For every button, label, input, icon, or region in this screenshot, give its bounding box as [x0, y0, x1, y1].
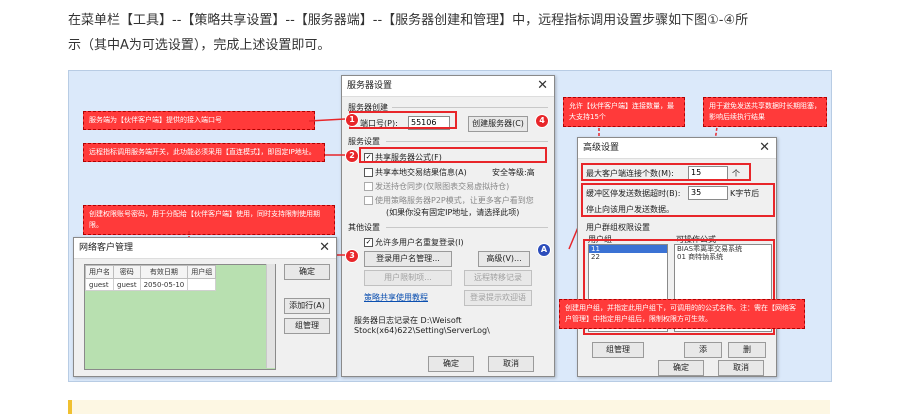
intro-line-1: 在菜单栏【工具】--【策略共享设置】--【服务器端】--【服务器创建和管理】中，… — [68, 13, 749, 28]
client-dialog-titlebar: 网络客户管理 ✕ — [74, 238, 336, 259]
group-manage-button[interactable]: 组管理 — [592, 342, 644, 358]
table-header-row: 用户名 密码 有效日期 用户组 — [85, 265, 217, 279]
client-table-grid: 用户名 密码 有效日期 用户组 guest guest 2050-05-10 — [85, 265, 217, 291]
table-cell[interactable]: 2050-05-10 — [139, 278, 189, 291]
buffer-timeout-highlight-box — [581, 183, 775, 217]
scrollbar[interactable] — [266, 264, 275, 368]
timeout-annotation: 用于避免发送共享数据时长期阻塞，影响后续执行结果 — [703, 97, 827, 127]
client-table: 用户名 密码 有效日期 用户组 guest guest 2050-05-10 — [84, 264, 276, 370]
delete-button[interactable]: 删 — [728, 342, 766, 358]
ok-button[interactable]: 确定 — [658, 360, 704, 376]
ok-button[interactable]: 确定 — [284, 264, 330, 280]
group-manage-button[interactable]: 组管理 — [284, 318, 330, 334]
group-annotation: 创建用户组，并指定此用户组下，可调用的的公式名称。注：需在【网络客户管理】中指定… — [559, 299, 805, 329]
tip-bar-accent — [68, 400, 72, 414]
max-connections-highlight-box — [581, 163, 751, 181]
intro-paragraph: 在菜单栏【工具】--【策略共享设置】--【服务器端】--【服务器创建和管理】中，… — [68, 8, 848, 58]
add-row-button[interactable]: 添加行(A) — [284, 298, 330, 314]
column-header[interactable]: 有效日期 — [139, 265, 189, 279]
tip-bar — [68, 400, 830, 414]
close-icon[interactable]: ✕ — [319, 238, 330, 257]
column-header[interactable]: 密码 — [113, 265, 141, 279]
group-section-label: 用户群组权限设置 — [586, 223, 650, 232]
client-dialog-title: 网络客户管理 — [79, 243, 134, 253]
connection-annotation: 允许【伙伴客户端】连接数量，最大支持15个 — [563, 97, 685, 127]
advanced-dialog-titlebar: 高级设置 ✕ — [578, 138, 776, 159]
table-row[interactable]: guest guest 2050-05-10 — [85, 278, 217, 291]
add-button[interactable]: 添 — [684, 342, 722, 358]
column-header[interactable]: 用户名 — [85, 265, 114, 279]
cancel-button[interactable]: 取消 — [718, 360, 764, 376]
intro-line-2: 示（其中A为可选设置），完成上述设置即可。 — [68, 38, 331, 53]
table-cell[interactable]: guest — [85, 278, 114, 291]
table-cell[interactable] — [187, 278, 217, 291]
close-icon[interactable]: ✕ — [759, 138, 770, 157]
table-cell[interactable]: guest — [113, 278, 141, 291]
client-management-dialog: 网络客户管理 ✕ 用户名 密码 有效日期 用户组 guest guest 205… — [73, 237, 337, 377]
column-header[interactable]: 用户组 — [187, 265, 217, 279]
advanced-dialog-title: 高级设置 — [583, 143, 620, 153]
screenshot-panel: 服务器设置 ✕ 服务器创建 端口号(P): 55106 创建服务器(C) 服务设… — [68, 70, 832, 382]
